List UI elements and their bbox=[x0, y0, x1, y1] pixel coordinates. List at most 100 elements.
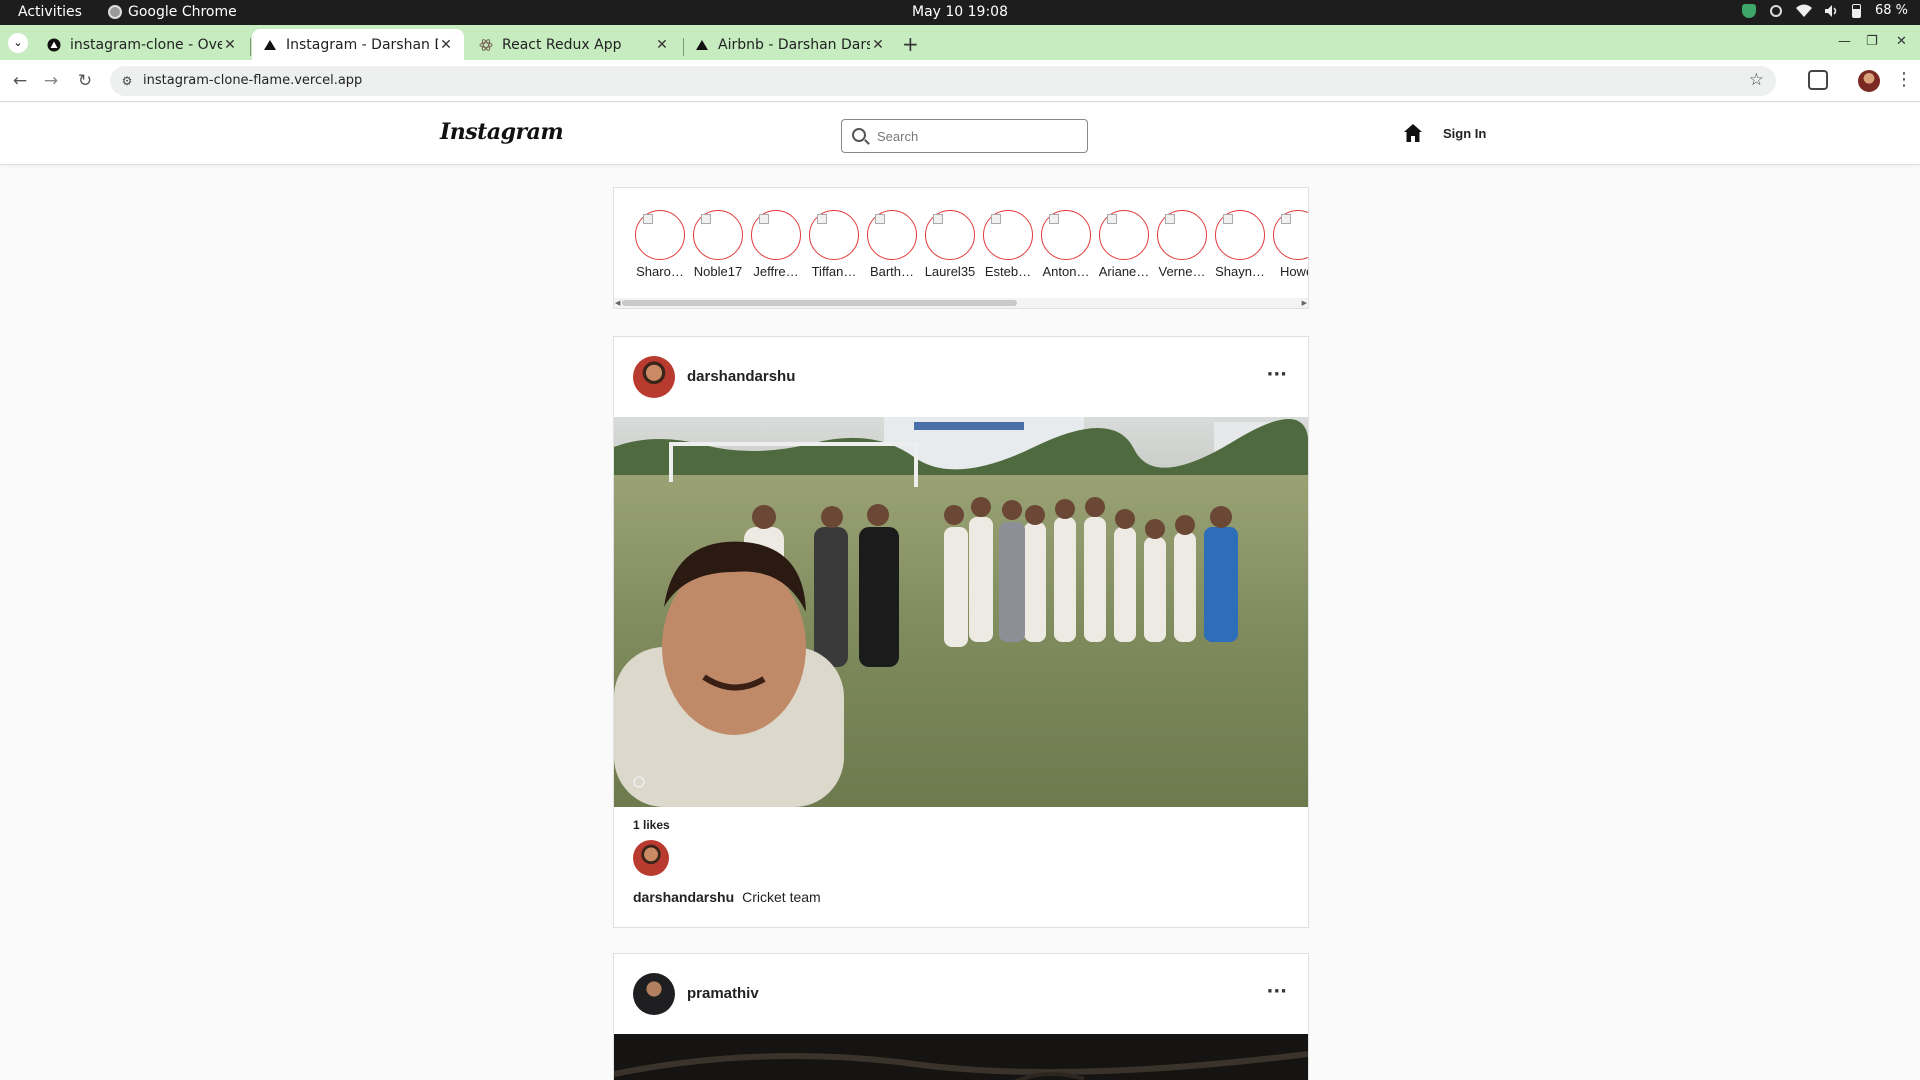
scrollbar-thumb[interactable] bbox=[622, 300, 1017, 306]
post-username[interactable]: pramathiv bbox=[687, 985, 759, 1002]
tab-react-redux-app[interactable]: React Redux App ✕ bbox=[468, 29, 680, 60]
reload-icon[interactable]: ↻ bbox=[74, 70, 96, 92]
activities-button[interactable]: Activities bbox=[18, 4, 82, 20]
story-avatar bbox=[983, 210, 1033, 260]
tab-instagram-clone-overview[interactable]: instagram-clone - Overvi ✕ bbox=[36, 29, 248, 60]
chrome-icon bbox=[108, 5, 122, 19]
post-image[interactable] bbox=[614, 1034, 1308, 1080]
story-avatar bbox=[867, 210, 917, 260]
story-item[interactable]: Verne… bbox=[1153, 210, 1211, 279]
story-avatar bbox=[693, 210, 743, 260]
tab-title: instagram-clone - Overvi bbox=[70, 36, 222, 53]
story-item[interactable]: Jeffre… bbox=[747, 210, 805, 279]
story-avatar bbox=[1215, 210, 1265, 260]
profile-avatar[interactable] bbox=[1858, 70, 1880, 92]
story-item[interactable]: Esteb… bbox=[979, 210, 1037, 279]
post-card: darshandarshu ··· 1 likes darshandarshu … bbox=[613, 336, 1309, 928]
story-username: Ariane… bbox=[1098, 264, 1150, 279]
search-input[interactable] bbox=[877, 126, 1077, 146]
tab-airbnb-darshan[interactable]: Airbnb - Darshan Darshu ✕ bbox=[684, 29, 896, 60]
site-settings-icon[interactable]: ⚙ bbox=[118, 72, 136, 90]
window-close-button[interactable]: ✕ bbox=[1896, 34, 1907, 49]
broken-image-icon bbox=[1281, 214, 1291, 224]
tab-instagram-darshan[interactable]: Instagram - Darshan Dar ✕ bbox=[252, 29, 464, 60]
close-icon[interactable]: ✕ bbox=[438, 37, 454, 53]
wifi-icon bbox=[1795, 4, 1812, 18]
stories-bar: Sharo… Noble17 Jeffre… Tiffan… Barth… La… bbox=[613, 187, 1309, 309]
story-item[interactable]: Anton… bbox=[1037, 210, 1095, 279]
story-avatar bbox=[1041, 210, 1091, 260]
broken-image-icon bbox=[817, 214, 827, 224]
restore-button[interactable]: ❐ bbox=[1866, 34, 1878, 49]
app-name: Google Chrome bbox=[128, 4, 237, 20]
broken-image-icon bbox=[933, 214, 943, 224]
forward-icon[interactable]: → bbox=[40, 70, 62, 92]
close-icon[interactable]: ✕ bbox=[870, 37, 886, 53]
story-item[interactable]: Noble17 bbox=[689, 210, 747, 279]
caption-text: Cricket team bbox=[742, 889, 821, 905]
story-avatar bbox=[751, 210, 801, 260]
system-tray[interactable]: 68 % bbox=[1741, 3, 1908, 18]
story-item[interactable]: Tiffan… bbox=[805, 210, 863, 279]
post-caption: darshandarshu Cricket team bbox=[633, 889, 821, 905]
story-username: Anton… bbox=[1042, 264, 1090, 279]
scroll-left-icon[interactable]: ◀ bbox=[615, 299, 620, 307]
url-text[interactable]: instagram-clone-flame.vercel.app bbox=[143, 73, 362, 88]
story-item[interactable]: Shayn… bbox=[1211, 210, 1269, 279]
scroll-right-icon[interactable]: ▶ bbox=[1302, 299, 1307, 307]
post-image[interactable] bbox=[614, 417, 1308, 807]
story-username: Sharo… bbox=[636, 264, 684, 279]
vercel-icon bbox=[262, 37, 278, 53]
story-item[interactable]: Laurel35 bbox=[921, 210, 979, 279]
minimize-button[interactable]: — bbox=[1838, 34, 1851, 49]
story-avatar bbox=[1099, 210, 1149, 260]
address-bar[interactable]: ⚙ instagram-clone-flame.vercel.app ☆ bbox=[110, 66, 1776, 96]
post-header: darshandarshu ··· bbox=[614, 337, 1308, 417]
caption-username[interactable]: darshandarshu bbox=[633, 889, 734, 905]
tab-title: Instagram - Darshan Dar bbox=[286, 36, 438, 53]
story-username: Barth… bbox=[869, 264, 915, 279]
instagram-logo[interactable]: Instagram bbox=[440, 119, 564, 145]
search-icon bbox=[852, 128, 866, 142]
avatar[interactable] bbox=[633, 973, 675, 1015]
instagram-header: Instagram Sign In bbox=[0, 103, 1920, 165]
search-box[interactable] bbox=[841, 119, 1088, 153]
story-username: Noble17 bbox=[693, 264, 743, 279]
story-username: Tiffan… bbox=[811, 264, 857, 279]
more-options-icon[interactable]: ··· bbox=[1266, 364, 1287, 385]
clock[interactable]: May 10 19:08 bbox=[0, 4, 1920, 20]
broken-image-icon bbox=[1107, 214, 1117, 224]
story-avatar bbox=[1273, 210, 1308, 260]
chrome-menu-icon[interactable]: ⋮ bbox=[1895, 69, 1913, 90]
story-username: Esteb… bbox=[984, 264, 1032, 279]
story-item[interactable]: Barth… bbox=[863, 210, 921, 279]
vercel-icon bbox=[46, 37, 62, 53]
close-icon[interactable]: ✕ bbox=[222, 37, 238, 53]
more-options-icon[interactable]: ··· bbox=[1266, 981, 1287, 1002]
avatar[interactable] bbox=[633, 356, 675, 398]
story-item[interactable]: Ariane… bbox=[1095, 210, 1153, 279]
bookmark-star-icon[interactable]: ☆ bbox=[1749, 70, 1764, 90]
extensions-icon[interactable] bbox=[1808, 70, 1828, 90]
liker-avatar[interactable] bbox=[633, 840, 669, 876]
sign-in-link[interactable]: Sign In bbox=[1443, 126, 1486, 141]
app-menu[interactable]: Google Chrome bbox=[108, 4, 237, 20]
story-username: Shayn… bbox=[1215, 264, 1265, 279]
battery-icon bbox=[1851, 3, 1861, 18]
story-item[interactable]: Howel bbox=[1269, 210, 1308, 279]
story-avatar bbox=[925, 210, 975, 260]
post-username[interactable]: darshandarshu bbox=[687, 368, 795, 385]
story-item[interactable]: Sharo… bbox=[631, 210, 689, 279]
battery-level: 68 % bbox=[1874, 3, 1908, 18]
post-card: pramathiv ··· bbox=[613, 953, 1309, 1080]
broken-image-icon bbox=[1223, 214, 1233, 224]
new-tab-button[interactable]: + bbox=[902, 32, 919, 56]
tab-search-button[interactable]: ⌄ bbox=[8, 33, 28, 53]
brightness-icon bbox=[1769, 4, 1782, 17]
story-username: Howel bbox=[1279, 264, 1308, 279]
back-icon[interactable]: ← bbox=[9, 70, 31, 92]
broken-image-icon bbox=[759, 214, 769, 224]
home-icon[interactable] bbox=[1403, 123, 1423, 143]
stories-scrollbar[interactable]: ◀ ▶ bbox=[614, 298, 1308, 308]
close-icon[interactable]: ✕ bbox=[654, 37, 670, 53]
